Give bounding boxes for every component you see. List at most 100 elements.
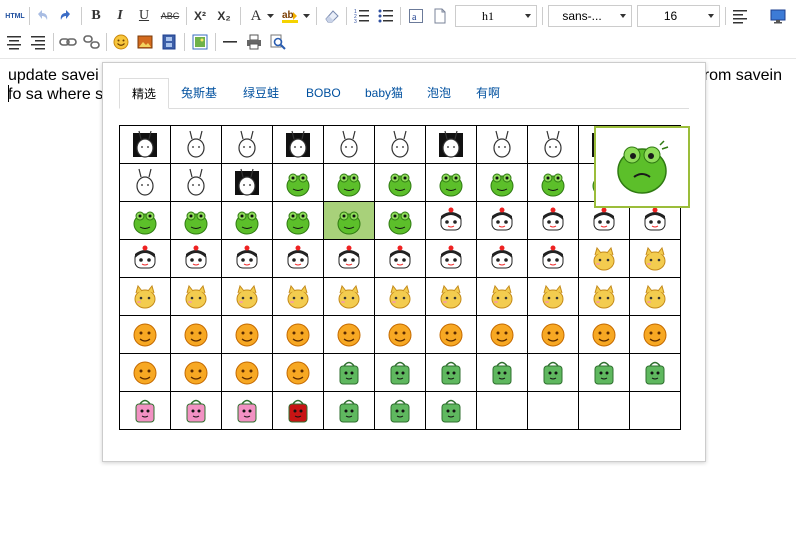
emotion-cell[interactable]	[629, 353, 681, 392]
insert-image-button[interactable]	[135, 32, 155, 52]
search-replace-button[interactable]	[268, 32, 288, 52]
tab-lvdouwa[interactable]: 绿豆蛙	[231, 78, 291, 108]
emotion-cell[interactable]	[119, 277, 171, 316]
emotion-cell[interactable]	[221, 353, 273, 392]
emotion-cell[interactable]	[119, 239, 171, 278]
undo-button[interactable]	[32, 6, 52, 26]
tab-youa[interactable]: 有啊	[464, 78, 512, 108]
emotion-cell[interactable]	[221, 277, 273, 316]
emotion-cell[interactable]	[119, 163, 171, 202]
emotion-cell[interactable]	[578, 315, 630, 354]
emotion-cell[interactable]	[629, 239, 681, 278]
italic-button[interactable]: I	[110, 6, 130, 26]
emotion-cell[interactable]	[374, 163, 426, 202]
emotion-cell[interactable]	[221, 125, 273, 164]
emotion-cell[interactable]	[425, 277, 477, 316]
emotion-cell[interactable]	[170, 391, 222, 430]
emotion-cell[interactable]	[170, 239, 222, 278]
emotion-cell[interactable]	[119, 391, 171, 430]
emotion-cell[interactable]	[272, 239, 324, 278]
emotion-cell[interactable]	[323, 239, 375, 278]
emotion-cell[interactable]	[170, 201, 222, 240]
emotion-cell[interactable]	[476, 315, 528, 354]
emotion-cell[interactable]	[272, 125, 324, 164]
highlight-color-dropdown[interactable]	[302, 6, 310, 26]
emotion-cell[interactable]	[323, 163, 375, 202]
superscript-button[interactable]: X²	[190, 6, 210, 26]
emotion-cell[interactable]	[323, 277, 375, 316]
emotion-cell[interactable]	[323, 201, 375, 240]
emotion-cell[interactable]	[578, 353, 630, 392]
emotion-cell[interactable]	[527, 277, 579, 316]
emotion-cell[interactable]	[476, 277, 528, 316]
insert-link-button[interactable]	[58, 32, 78, 52]
font-color-dropdown[interactable]	[266, 6, 274, 26]
ordered-list-button[interactable]: 123	[352, 6, 372, 26]
emotion-cell[interactable]	[374, 239, 426, 278]
highlight-color-button[interactable]: ab	[280, 6, 300, 26]
unlink-button[interactable]	[82, 32, 102, 52]
emotion-cell[interactable]	[170, 353, 222, 392]
bold-button[interactable]: B	[86, 6, 106, 26]
emotion-cell[interactable]	[527, 163, 579, 202]
emotion-cell[interactable]	[527, 239, 579, 278]
emotion-cell[interactable]	[272, 277, 324, 316]
emotion-cell[interactable]	[272, 315, 324, 354]
emotion-cell[interactable]	[425, 125, 477, 164]
emotion-cell[interactable]	[170, 315, 222, 354]
html-source-button[interactable]: HTML	[4, 6, 26, 26]
strikethrough-button[interactable]: ABC	[158, 6, 182, 26]
emotion-cell[interactable]	[323, 353, 375, 392]
emotion-cell[interactable]	[374, 315, 426, 354]
emotion-cell[interactable]	[221, 239, 273, 278]
emotion-cell[interactable]	[221, 163, 273, 202]
emotion-cell[interactable]	[119, 353, 171, 392]
emotion-cell[interactable]	[578, 277, 630, 316]
underline-button[interactable]: U	[134, 6, 154, 26]
emotion-cell[interactable]	[629, 315, 681, 354]
emotion-cell[interactable]	[578, 239, 630, 278]
emotion-cell[interactable]	[170, 125, 222, 164]
emotion-cell[interactable]	[425, 163, 477, 202]
emotion-cell[interactable]	[119, 201, 171, 240]
redo-button[interactable]	[56, 6, 76, 26]
emotion-cell[interactable]	[272, 163, 324, 202]
insert-video-button[interactable]	[159, 32, 179, 52]
emotion-button[interactable]	[111, 32, 131, 52]
paragraph-format-select[interactable]: h1	[455, 5, 537, 27]
paste-word-button[interactable]	[430, 6, 450, 26]
justify-left-button[interactable]	[730, 6, 750, 26]
subscript-button[interactable]: X₂	[214, 6, 234, 26]
tab-tusiji[interactable]: 兔斯基	[169, 78, 229, 108]
emotion-cell[interactable]	[323, 315, 375, 354]
emotion-cell[interactable]	[476, 201, 528, 240]
emotion-cell[interactable]	[476, 125, 528, 164]
emotion-cell[interactable]	[323, 125, 375, 164]
emotion-cell[interactable]	[425, 353, 477, 392]
emotion-cell[interactable]	[425, 239, 477, 278]
tab-bobo[interactable]: BOBO	[294, 78, 353, 108]
emotion-cell[interactable]	[221, 315, 273, 354]
emotion-cell[interactable]	[425, 315, 477, 354]
insert-frame-button[interactable]	[190, 32, 210, 52]
emotion-cell[interactable]	[476, 163, 528, 202]
emotion-cell[interactable]	[476, 353, 528, 392]
emotion-cell[interactable]	[374, 277, 426, 316]
print-button[interactable]	[244, 32, 264, 52]
font-family-select[interactable]: sans-...	[548, 5, 632, 27]
emotion-cell[interactable]	[374, 125, 426, 164]
emotion-cell[interactable]	[170, 163, 222, 202]
emotion-cell[interactable]	[119, 125, 171, 164]
justify-right-button[interactable]	[28, 32, 48, 52]
preview-button[interactable]	[768, 6, 788, 26]
emotion-cell[interactable]	[374, 353, 426, 392]
emotion-cell[interactable]	[527, 201, 579, 240]
emotion-cell[interactable]	[527, 125, 579, 164]
justify-center-button[interactable]	[4, 32, 24, 52]
font-size-select[interactable]: 16	[637, 5, 720, 27]
emotion-cell[interactable]	[221, 391, 273, 430]
tab-babymao[interactable]: baby猫	[353, 78, 415, 108]
paste-text-button[interactable]: a	[406, 6, 426, 26]
emotion-cell[interactable]	[374, 391, 426, 430]
emotion-cell[interactable]	[272, 201, 324, 240]
